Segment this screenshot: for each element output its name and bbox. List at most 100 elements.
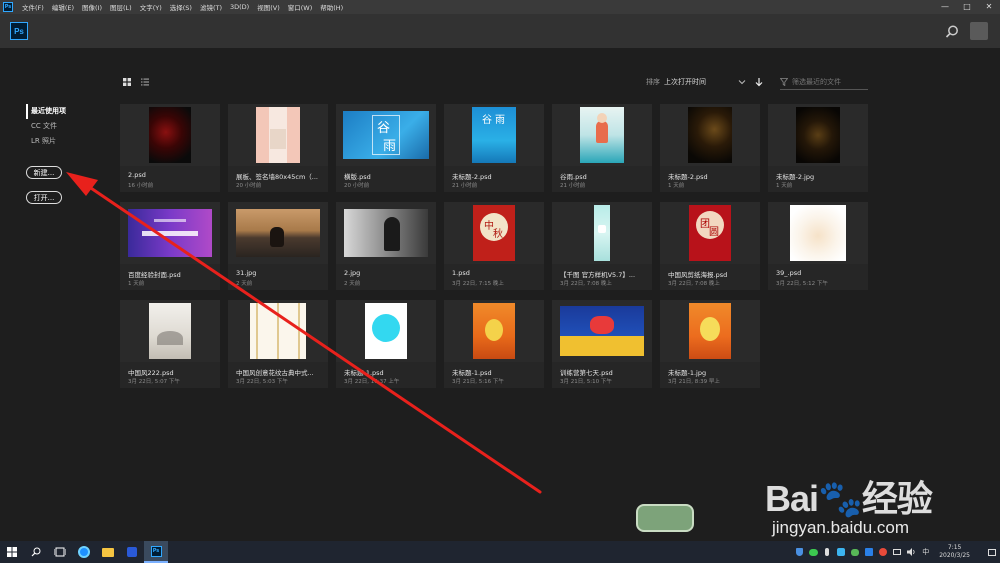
file-thumbnail: [594, 205, 610, 261]
tray-app-icon[interactable]: [834, 541, 848, 563]
file-thumbnail: [796, 107, 840, 163]
file-card[interactable]: 谷 雨 横版.psd 20 小时前: [336, 104, 436, 192]
grid-view-icon[interactable]: [123, 78, 131, 86]
file-card[interactable]: 未标题-1.psd 3月 21日, 5:16 下午: [444, 300, 544, 388]
file-time: 1 天前: [668, 183, 685, 189]
microphone-icon[interactable]: [820, 541, 834, 563]
file-name: 中国风剪纸海报.psd: [668, 271, 728, 279]
app-icon[interactable]: [120, 541, 144, 563]
sidebar: 最近使用项 CC 文件 LR 照片: [26, 104, 106, 149]
file-name: 百度经验封面.psd: [128, 271, 181, 279]
menu-view[interactable]: 视图(V): [253, 2, 284, 12]
file-card[interactable]: 团 圆 中国风剪纸海报.psd 3月 22日, 7:08 晚上: [660, 202, 760, 290]
edge-browser-icon[interactable]: [72, 541, 96, 563]
wechat-icon[interactable]: [806, 541, 820, 563]
menu-layer[interactable]: 图层(L): [106, 2, 136, 12]
tray-app-icon[interactable]: [862, 541, 876, 563]
photoshop-taskbar-icon[interactable]: Ps: [144, 541, 168, 563]
file-name: 训练营第七天.psd: [560, 369, 613, 377]
file-card[interactable]: 未标题-1.psd 3月 22日, 10:37 上午: [336, 300, 436, 388]
file-thumbnail: 谷 雨: [472, 107, 516, 163]
ps-app-icon: Ps: [3, 2, 13, 12]
close-button[interactable]: ✕: [978, 0, 1000, 14]
file-explorer-icon[interactable]: [96, 541, 120, 563]
task-view-icon[interactable]: [48, 541, 72, 563]
file-time: 21 小时前: [560, 183, 586, 189]
system-tray: 中 7:15 2020/3/25: [792, 541, 1000, 563]
tray-app-icon[interactable]: [876, 541, 890, 563]
file-card[interactable]: 31.jpg 2 天前: [228, 202, 328, 290]
file-card[interactable]: 中国风222.psd 3月 22日, 5:07 下午: [120, 300, 220, 388]
file-name: 横版.psd: [344, 173, 371, 181]
file-thumbnail: 团 圆: [689, 205, 731, 261]
minimize-button[interactable]: —: [934, 0, 956, 14]
file-card[interactable]: 未标题-2.psd 1 天前: [660, 104, 760, 192]
sticker-badge: [636, 504, 694, 532]
menu-window[interactable]: 窗口(W): [284, 2, 317, 12]
file-name: 未标题-1.jpg: [668, 369, 707, 377]
file-thumbnail: [128, 209, 212, 257]
file-thumbnail: [689, 303, 731, 359]
file-card[interactable]: 2.jpg 2 天前: [336, 202, 436, 290]
window-controls: — □ ✕: [934, 0, 1000, 14]
filter-field[interactable]: 筛选最近的文件: [780, 75, 868, 90]
file-time: 1 天前: [776, 183, 793, 189]
chat-icon[interactable]: [848, 541, 862, 563]
app-header: Ps: [0, 14, 1000, 48]
new-button[interactable]: 新建...: [26, 166, 62, 179]
file-card[interactable]: 百度经验封面.psd 1 天前: [120, 202, 220, 290]
search-icon[interactable]: [944, 24, 960, 40]
volume-icon[interactable]: [904, 541, 918, 563]
file-card[interactable]: 展板、签名墙80x45cm（... 20 小时前: [228, 104, 328, 192]
file-card[interactable]: 未标题-2.jpg 1 天前: [768, 104, 868, 192]
taskbar-clock[interactable]: 7:15 2020/3/25: [939, 544, 970, 560]
avatar[interactable]: [970, 22, 988, 40]
sort-select[interactable]: 上次打开时间: [664, 77, 734, 87]
sidebar-item-lr-photos[interactable]: LR 照片: [26, 134, 106, 149]
file-card[interactable]: 中国风创意花纹古典中式... 3月 22日, 5:03 下午: [228, 300, 328, 388]
menu-help[interactable]: 帮助(H): [316, 2, 347, 12]
file-card[interactable]: 39_.psd 3月 22日, 5:12 下午: [768, 202, 868, 290]
open-button[interactable]: 打开...: [26, 191, 62, 204]
file-name: 中国风222.psd: [128, 369, 174, 377]
display-icon[interactable]: [890, 541, 904, 563]
file-card[interactable]: 中 秋 1.psd 3月 22日, 7:15 晚上: [444, 202, 544, 290]
file-card[interactable]: 谷雨.psd 21 小时前: [552, 104, 652, 192]
file-card[interactable]: 训练营第七天.psd 3月 21日, 5:10 下午: [552, 300, 652, 388]
file-name: 中国风创意花纹古典中式...: [236, 369, 314, 377]
taskbar-search-icon[interactable]: [24, 541, 48, 563]
file-card[interactable]: 未标题-1.jpg 3月 21日, 8:39 早上: [660, 300, 760, 388]
file-time: 3月 22日, 7:08 晚上: [560, 281, 612, 287]
filter-placeholder: 筛选最近的文件: [792, 78, 841, 86]
file-card[interactable]: 谷 雨 未标题-2.psd 21 小时前: [444, 104, 544, 192]
notification-icon[interactable]: [984, 541, 1000, 563]
file-time: 3月 22日, 5:12 下午: [776, 281, 828, 287]
file-card[interactable]: 【千图 官方样机V5.7】... 3月 22日, 7:08 晚上: [552, 202, 652, 290]
file-card[interactable]: 2.psd 16 小时前: [120, 104, 220, 192]
file-thumbnail: [580, 107, 624, 163]
windows-start-icon[interactable]: [0, 541, 24, 563]
menu-filter[interactable]: 滤镜(T): [196, 2, 226, 12]
sidebar-item-cc-files[interactable]: CC 文件: [26, 119, 106, 134]
shield-icon[interactable]: [792, 541, 806, 563]
sort-direction-icon[interactable]: [754, 77, 764, 87]
menu-image[interactable]: 图像(I): [78, 2, 106, 12]
input-method-indicator[interactable]: 中: [922, 547, 929, 557]
menu-edit[interactable]: 编辑(E): [48, 2, 78, 12]
maximize-button[interactable]: □: [956, 0, 978, 14]
baidu-logo: Bai🐾经验: [765, 478, 933, 519]
list-view-icon[interactable]: [141, 78, 149, 86]
file-name: 未标题-2.psd: [452, 173, 492, 181]
menu-type[interactable]: 文字(Y): [136, 2, 166, 12]
file-name: 未标题-1.psd: [452, 369, 492, 377]
sidebar-item-recent[interactable]: 最近使用项: [26, 104, 106, 119]
file-name: 39_.psd: [776, 269, 802, 277]
filter-icon: [780, 78, 788, 86]
menubar: Ps 文件(F) 编辑(E) 图像(I) 图层(L) 文字(Y) 选择(S) 滤…: [0, 0, 1000, 14]
file-name: 未标题-1.psd: [344, 369, 384, 377]
baidu-url: jingyan.baidu.com: [772, 518, 910, 537]
menu-3d[interactable]: 3D(D): [226, 3, 253, 11]
menu-select[interactable]: 选择(S): [166, 2, 196, 12]
chevron-down-icon[interactable]: [738, 79, 746, 85]
menu-file[interactable]: 文件(F): [18, 2, 48, 12]
